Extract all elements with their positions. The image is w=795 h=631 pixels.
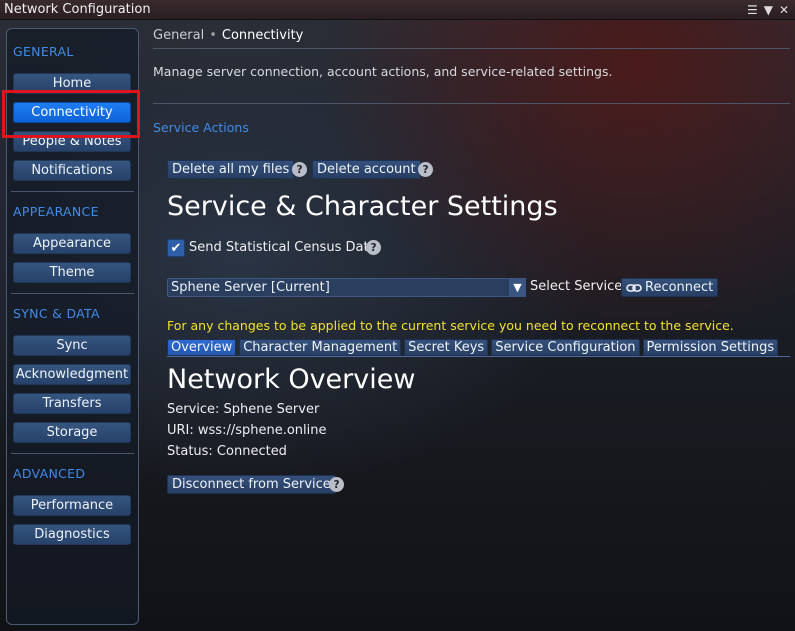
delete-account-button[interactable]: Delete account [312,160,421,179]
nav-transfers[interactable]: Transfers [13,393,131,414]
nav-sync[interactable]: Sync [13,335,131,356]
help-icon[interactable]: ? [366,240,381,255]
breadcrumb-parent[interactable]: General [153,28,204,43]
divider [11,191,134,192]
nav-appearance[interactable]: Appearance [13,233,131,254]
window-title: Network Configuration [4,2,151,17]
main-panel: General • Connectivity Manage server conne… [140,19,795,631]
link-icon [626,283,642,292]
divider [153,103,790,104]
nav-acknowledgment[interactable]: Acknowledgment [13,364,131,385]
census-label: Send Statistical Census Data [189,240,377,255]
service-actions-heading: Service Actions [153,120,249,135]
tab-permission-settings[interactable]: Permission Settings [642,339,779,356]
breadcrumb-separator: • [209,28,217,43]
window-controls: ☰ ▼ ✕ [747,3,795,17]
help-icon[interactable]: ? [418,162,433,177]
breadcrumb-current: Connectivity [221,28,304,43]
section-general: GENERAL [13,44,74,59]
nav-people-notes[interactable]: People & Notes [13,131,131,152]
service-info: Service: Sphene Server [167,402,320,417]
service-select-label: Select Service [530,279,623,294]
menu-icon[interactable]: ☰ [747,3,758,17]
tab-service-configuration[interactable]: Service Configuration [491,339,640,356]
tab-underline [167,356,790,357]
delete-files-button[interactable]: Delete all my files [167,160,295,179]
sidebar: GENERAL Home Connectivity People & Notes… [6,28,139,625]
section-advanced: ADVANCED [13,466,86,481]
reconnect-warning: For any changes to be applied to the cur… [167,318,734,333]
nav-notifications[interactable]: Notifications [13,160,131,181]
checkmark-icon: ✔ [170,240,182,256]
divider [11,293,134,294]
reconnect-button[interactable]: Reconnect [621,278,719,297]
dropdown-arrow-icon[interactable]: ▼ [509,278,526,297]
tab-overview[interactable]: Overview [167,339,237,356]
divider [153,48,790,49]
nav-storage[interactable]: Storage [13,422,131,443]
overview-title: Network Overview [167,364,416,395]
page-description: Manage server connection, account action… [153,64,613,79]
breadcrumb: General • Connectivity [153,28,303,43]
divider [11,453,134,454]
tab-bar: Overview Character Management Secret Key… [167,339,779,356]
nav-home[interactable]: Home [13,73,131,94]
nav-theme[interactable]: Theme [13,262,131,283]
uri-info: URI: wss://sphene.online [167,423,327,438]
section-sync-data: SYNC & DATA [13,306,100,321]
nav-performance[interactable]: Performance [13,495,131,516]
title-bar: Network Configuration ☰ ▼ ✕ [0,0,795,20]
tab-secret-keys[interactable]: Secret Keys [404,339,489,356]
disconnect-button[interactable]: Disconnect from Service [167,475,336,494]
tab-character-management[interactable]: Character Management [239,339,402,356]
help-icon[interactable]: ? [292,162,307,177]
nav-diagnostics[interactable]: Diagnostics [13,524,131,545]
status-info: Status: Connected [167,444,287,459]
settings-title: Service & Character Settings [167,191,558,222]
section-appearance: APPEARANCE [13,204,99,219]
census-checkbox[interactable]: ✔ [167,239,185,257]
nav-connectivity[interactable]: Connectivity [13,102,131,123]
help-icon[interactable]: ? [329,477,344,492]
close-icon[interactable]: ✕ [779,3,789,17]
collapse-icon[interactable]: ▼ [764,3,773,17]
service-select[interactable]: Sphene Server [Current] [167,278,526,297]
reconnect-label: Reconnect [645,280,714,295]
